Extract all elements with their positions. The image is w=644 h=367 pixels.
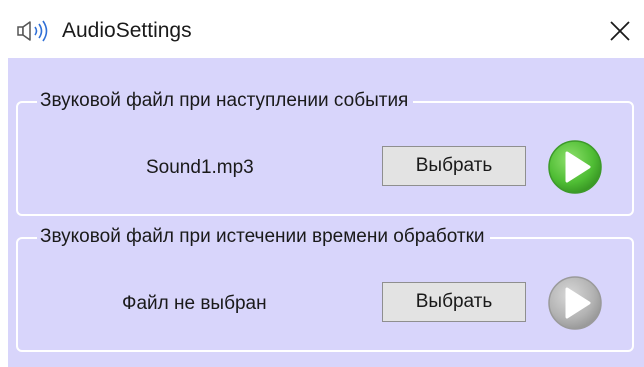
- event-sound-choose-button[interactable]: Выбрать: [382, 146, 526, 186]
- play-icon: [548, 140, 602, 194]
- close-icon: [610, 21, 630, 41]
- audio-settings-window: AudioSettings Звуковой файл при наступле…: [0, 0, 644, 367]
- timeout-sound-legend: Звуковой файл при истечении времени обра…: [37, 224, 490, 250]
- title-bar: AudioSettings: [0, 0, 644, 58]
- timeout-sound-group: Звуковой файл при истечении времени обра…: [16, 224, 634, 352]
- event-sound-file-name: Sound1.mp3: [146, 157, 254, 178]
- timeout-sound-play-button[interactable]: [546, 274, 604, 332]
- timeout-sound-file-name: Файл не выбран: [122, 293, 267, 314]
- event-sound-play-button[interactable]: [546, 138, 604, 196]
- event-sound-legend: Звуковой файл при наступлении события: [37, 88, 414, 114]
- window-title: AudioSettings: [62, 19, 192, 42]
- speaker-icon: [17, 20, 48, 42]
- close-button[interactable]: [600, 12, 640, 50]
- play-icon: [548, 276, 602, 330]
- timeout-sound-choose-button[interactable]: Выбрать: [382, 282, 526, 322]
- event-sound-group: Звуковой файл при наступлении события So…: [16, 88, 634, 216]
